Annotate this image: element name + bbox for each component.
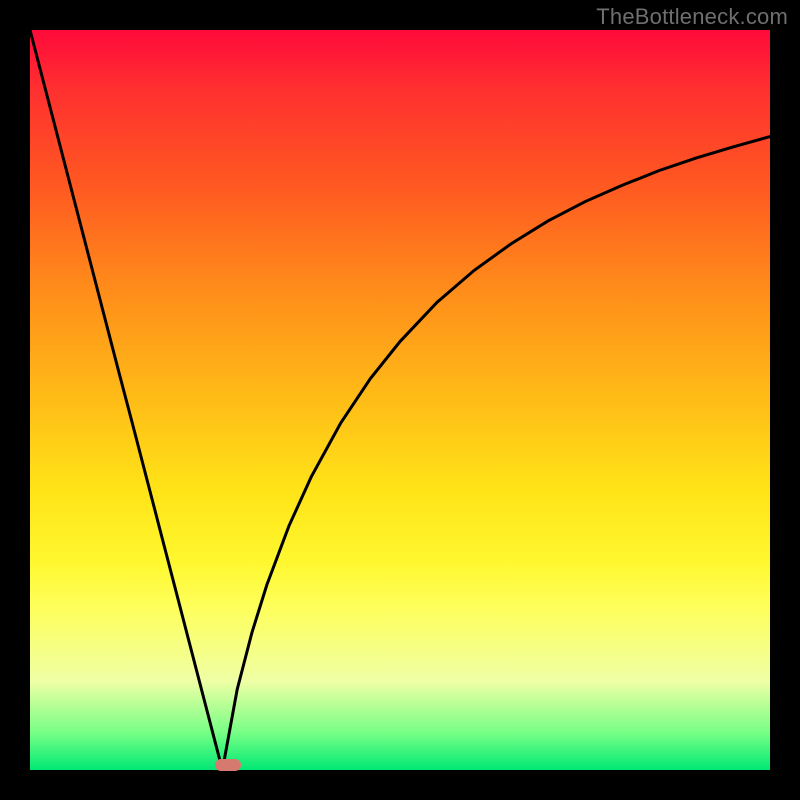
- optimal-marker: [215, 759, 241, 771]
- watermark-text: TheBottleneck.com: [596, 4, 788, 30]
- bottleneck-curve: [30, 30, 770, 770]
- chart-frame: TheBottleneck.com: [0, 0, 800, 800]
- plot-area: [30, 30, 770, 770]
